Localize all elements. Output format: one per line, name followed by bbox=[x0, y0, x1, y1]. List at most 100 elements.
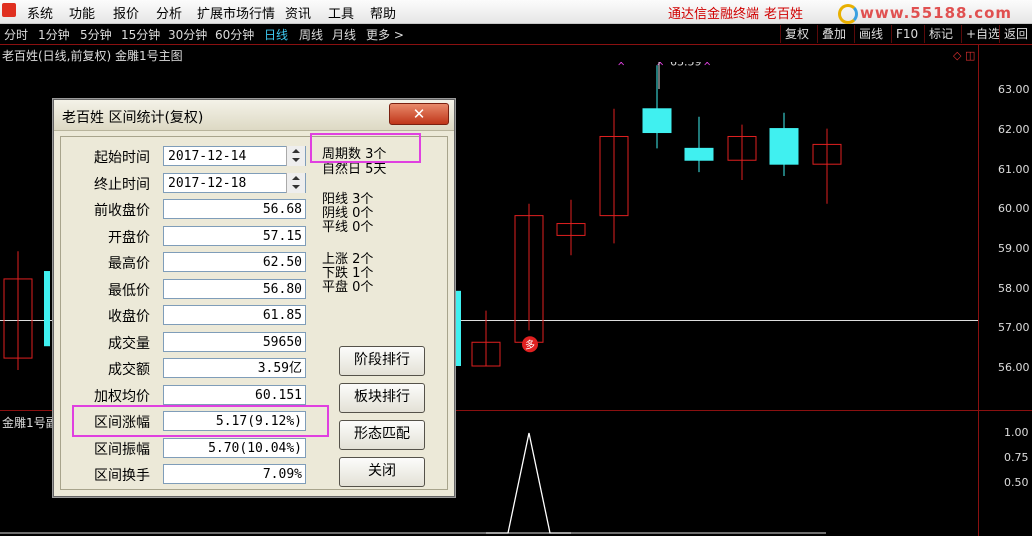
stat-flat-line: 平线 0个 bbox=[322, 220, 374, 235]
dialog-close-icon[interactable]: ✕ bbox=[389, 103, 449, 125]
menu-tools[interactable]: 工具 bbox=[328, 3, 354, 22]
period-15min[interactable]: 15分钟 bbox=[121, 26, 160, 43]
field-value: 56.80 bbox=[163, 279, 306, 299]
field-value: 5.17(9.12%) bbox=[163, 411, 306, 431]
field-value-text: 5.70(10.04%) bbox=[208, 441, 302, 456]
field-label: 收盘价 bbox=[108, 309, 150, 325]
y-label: 58.00 bbox=[998, 282, 1030, 295]
peak-price-label: 63.59 bbox=[670, 62, 702, 68]
y-axis-divider bbox=[978, 45, 979, 536]
menu-extended-market[interactable]: 扩展市场行情 bbox=[197, 3, 275, 22]
tool-mark[interactable]: 标记 bbox=[924, 25, 957, 43]
field-value: 60.151 bbox=[163, 385, 306, 405]
field-value-text: 59650 bbox=[262, 335, 302, 350]
end-date-input[interactable]: 2017-12-18 bbox=[163, 173, 306, 193]
start-date-input[interactable]: 2017-12-14 bbox=[163, 146, 306, 166]
logo-text: www.55188.com bbox=[860, 4, 1013, 22]
tool-back[interactable]: 返回 bbox=[999, 25, 1032, 43]
tool-draw[interactable]: 画线 bbox=[854, 25, 887, 43]
candle-body bbox=[642, 108, 672, 134]
field-value-text: 5.17(9.12%) bbox=[215, 414, 302, 429]
field-label: 起始时间 bbox=[94, 150, 150, 166]
field-value: 57.15 bbox=[163, 226, 306, 246]
menu-quote[interactable]: 报价 bbox=[113, 3, 139, 22]
field-value-text: 62.50 bbox=[262, 255, 302, 270]
field-value: 59650 bbox=[163, 332, 306, 352]
field-value-text: 56.68 bbox=[262, 202, 302, 217]
tool-f10[interactable]: F10 bbox=[891, 25, 922, 43]
stat-up: 上涨 2个 bbox=[322, 252, 374, 267]
stat-flat: 平盘 0个 bbox=[322, 280, 374, 295]
period-60min[interactable]: 60分钟 bbox=[215, 26, 254, 43]
period-daily[interactable]: 日线 bbox=[264, 26, 288, 43]
stat-natural-days: 自然日 5天 bbox=[322, 162, 387, 177]
field-label: 加权均价 bbox=[94, 389, 150, 405]
field-value: 3.59亿 bbox=[163, 358, 306, 378]
sub-y-label: 1.00 bbox=[1004, 426, 1029, 439]
site-logo: www.55188.com bbox=[836, 4, 1032, 24]
field-label: 终止时间 bbox=[94, 177, 150, 193]
peak-marker-icon: × bbox=[703, 62, 711, 68]
menu-help[interactable]: 帮助 bbox=[370, 3, 396, 22]
logo-ring-icon bbox=[838, 4, 858, 24]
field-label: 区间涨幅 bbox=[94, 415, 150, 431]
menu-system[interactable]: 系统 bbox=[27, 3, 53, 22]
stat-yang: 阳线 3个 bbox=[322, 192, 374, 207]
field-label: 成交额 bbox=[108, 362, 150, 378]
menu-news[interactable]: 资讯 bbox=[285, 3, 311, 22]
tool-adjust[interactable]: 复权 bbox=[780, 25, 813, 43]
field-label: 区间换手 bbox=[94, 468, 150, 484]
sub-y-label: 0.75 bbox=[1004, 451, 1029, 464]
menu-analysis[interactable]: 分析 bbox=[156, 3, 182, 22]
period-toolbar: 分时 1分钟 5分钟 15分钟 30分钟 60分钟 日线 周线 月线 更多 > … bbox=[0, 24, 1032, 45]
field-value-text: 61.85 bbox=[262, 308, 302, 323]
period-intraday[interactable]: 分时 bbox=[4, 26, 28, 43]
field-label: 开盘价 bbox=[108, 230, 150, 246]
field-value-text: 2017-12-14 bbox=[168, 149, 247, 164]
period-1min[interactable]: 1分钟 bbox=[38, 26, 70, 43]
period-monthly[interactable]: 月线 bbox=[332, 26, 356, 43]
candle-body bbox=[455, 290, 461, 366]
stat-yin: 阴线 0个 bbox=[322, 206, 374, 221]
brand-name: 老百姓 bbox=[764, 7, 804, 22]
brand-text: 通达信金融终端 bbox=[668, 7, 760, 22]
date-spinner-icon[interactable] bbox=[286, 173, 305, 193]
period-more[interactable]: 更多 > bbox=[366, 26, 404, 43]
buy-signal-label: 多 bbox=[525, 338, 535, 351]
period-30min[interactable]: 30分钟 bbox=[168, 26, 207, 43]
y-label: 57.00 bbox=[998, 321, 1030, 334]
y-label: 59.00 bbox=[998, 242, 1030, 255]
field-value-text: 7.09% bbox=[262, 467, 302, 482]
field-label: 最低价 bbox=[108, 283, 150, 299]
field-value-text: 57.15 bbox=[262, 229, 302, 244]
stage-ranking-button[interactable]: 阶段排行 bbox=[339, 346, 425, 376]
period-count-highlight bbox=[310, 133, 421, 163]
pattern-match-button[interactable]: 形态匹配 bbox=[339, 420, 425, 450]
range-stats-dialog: 老百姓 区间统计(复权) ✕ 周期数 3个 自然日 5天 阳线 3个 阴线 0个… bbox=[53, 99, 455, 497]
peak-marker-icon: × bbox=[656, 62, 664, 68]
close-button[interactable]: 关闭 bbox=[339, 457, 425, 487]
field-value-text: 2017-12-18 bbox=[168, 176, 247, 191]
period-weekly[interactable]: 周线 bbox=[299, 26, 323, 43]
candle-body bbox=[684, 147, 714, 161]
y-label: 60.00 bbox=[998, 202, 1030, 215]
field-label: 区间振幅 bbox=[94, 442, 150, 458]
period-5min[interactable]: 5分钟 bbox=[80, 26, 112, 43]
sub-indicator-line bbox=[486, 432, 571, 534]
field-value: 62.50 bbox=[163, 252, 306, 272]
sub-y-label: 0.50 bbox=[1004, 476, 1029, 489]
tool-overlay[interactable]: 叠加 bbox=[817, 25, 850, 43]
field-label: 前收盘价 bbox=[94, 203, 150, 219]
sector-ranking-button[interactable]: 板块排行 bbox=[339, 383, 425, 413]
tool-add-watchlist[interactable]: +自选 bbox=[961, 25, 1004, 43]
chart-window-icons[interactable]: ◇ ◫ bbox=[953, 49, 975, 62]
date-spinner-icon[interactable] bbox=[286, 146, 305, 166]
field-value-text: 56.80 bbox=[262, 282, 302, 297]
app-icon[interactable] bbox=[2, 3, 16, 17]
y-label: 61.00 bbox=[998, 163, 1030, 176]
menu-function[interactable]: 功能 bbox=[69, 3, 95, 22]
y-label: 62.00 bbox=[998, 123, 1030, 136]
field-value-text: 60.151 bbox=[255, 388, 302, 403]
stat-down: 下跌 1个 bbox=[322, 266, 374, 281]
dialog-title-bar[interactable]: 老百姓 区间统计(复权) ✕ bbox=[54, 100, 454, 131]
